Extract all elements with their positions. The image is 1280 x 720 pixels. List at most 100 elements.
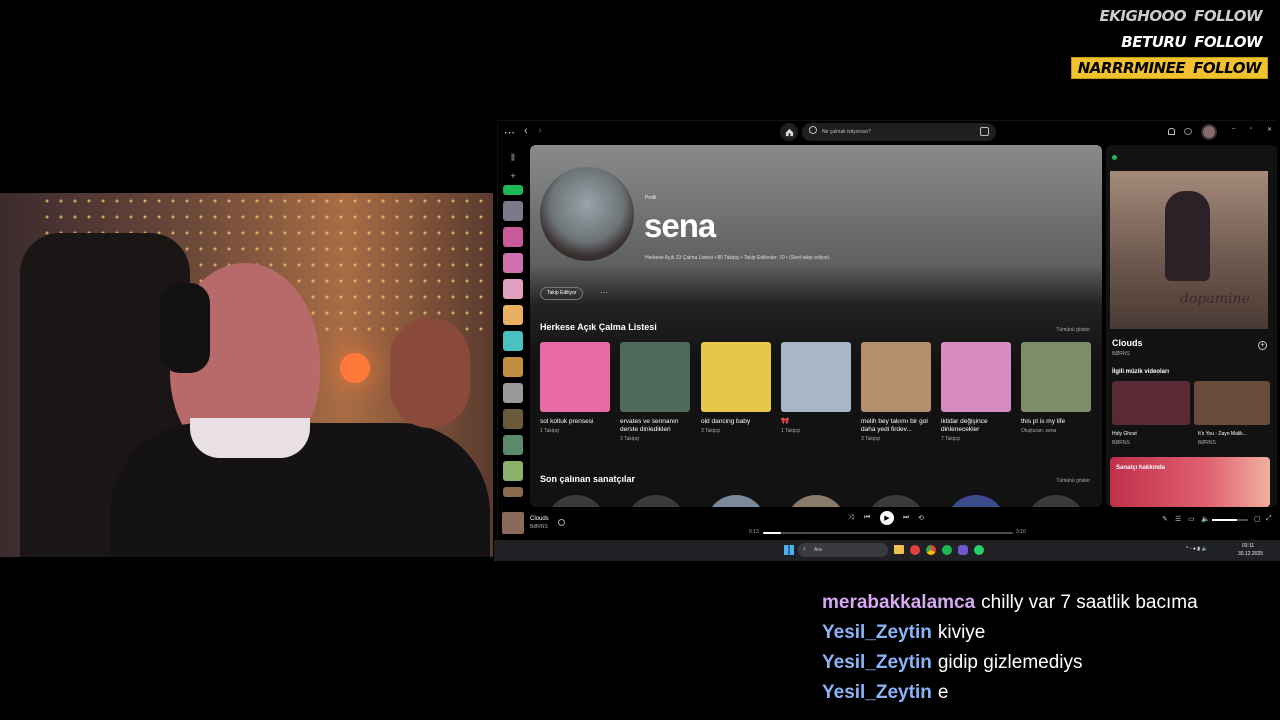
volume-icon[interactable]: 🔈 xyxy=(1201,515,1210,523)
library-item[interactable] xyxy=(503,305,523,325)
search-bar[interactable]: Ne çalmak istiyorsun? xyxy=(802,123,996,141)
artist-avatar[interactable] xyxy=(626,495,686,507)
system-tray-icons[interactable]: ^ ▫ ● ▮ 🔈 xyxy=(1186,546,1208,552)
library-item[interactable] xyxy=(503,279,523,299)
video-thumbnail[interactable] xyxy=(1194,381,1270,425)
browse-icon[interactable] xyxy=(980,127,989,136)
minimize-button[interactable]: – xyxy=(1232,126,1235,132)
following-button[interactable]: Takip Ediliyor xyxy=(540,287,584,300)
library-item[interactable] xyxy=(503,201,523,221)
more-options-icon[interactable]: ··· xyxy=(600,288,608,297)
volume-slider[interactable] xyxy=(1212,519,1248,521)
chat-username: Yesil_Zeytin xyxy=(822,622,932,643)
chat-message: Yesil_Zeytin kiviye xyxy=(822,622,1272,652)
show-all-link[interactable]: Tümünü göster xyxy=(1056,478,1090,484)
video-title[interactable]: It's You - Zayn Malik... xyxy=(1198,431,1247,437)
playlist-cover xyxy=(941,342,1011,412)
miniplayer-icon[interactable]: ▢ xyxy=(1254,515,1261,523)
about-artist-title: Sanatçı hakkında xyxy=(1116,465,1166,471)
library-item[interactable] xyxy=(503,331,523,351)
playlist-card[interactable]: ervates ve sennanın derste dinledikleri … xyxy=(620,342,692,442)
chrome-icon[interactable] xyxy=(926,545,936,555)
library-item[interactable] xyxy=(503,227,523,247)
profile-stats[interactable]: Herkese Açık 23 Çalma Listesi • 85 Takip… xyxy=(645,255,830,261)
device-icon[interactable]: ▭ xyxy=(1188,515,1195,523)
playlist-title: 🎀 xyxy=(781,418,790,425)
clock-time[interactable]: 03:11 xyxy=(1242,543,1254,549)
playlist-title: sol koltuk prensesi xyxy=(540,418,594,425)
whatsapp-icon[interactable] xyxy=(974,545,984,555)
progress-bar[interactable] xyxy=(763,532,1013,534)
queue-icon[interactable]: ☰ xyxy=(1175,515,1181,523)
artist-avatar[interactable] xyxy=(706,495,766,507)
menu-icon[interactable]: ⋯ xyxy=(504,126,515,139)
library-item[interactable] xyxy=(503,487,523,497)
player-track[interactable]: Clouds xyxy=(530,516,549,522)
artist-avatar[interactable] xyxy=(866,495,926,507)
forward-arrow-icon[interactable]: › xyxy=(538,125,542,137)
track-artist[interactable]: BØRNS xyxy=(1112,351,1130,357)
playlist-card[interactable]: melih bey takımı bir gol daha yedi firde… xyxy=(861,342,933,442)
playlist-card[interactable]: 🎀 1 Takipçi xyxy=(781,342,853,434)
playlist-followers: 3 Takipçi xyxy=(620,436,640,442)
library-item[interactable] xyxy=(503,409,523,429)
spotify-taskbar-icon[interactable] xyxy=(942,545,952,555)
library-item[interactable] xyxy=(503,461,523,481)
avatar[interactable] xyxy=(1201,124,1217,140)
video-artist: BØRNS xyxy=(1112,440,1130,446)
player-artist[interactable]: BØRNS xyxy=(530,524,548,530)
previous-icon[interactable]: ⏮ xyxy=(864,514,870,522)
library-item[interactable] xyxy=(503,253,523,273)
library-item[interactable] xyxy=(503,185,523,195)
library-sidebar: ⫼ + xyxy=(500,147,526,507)
back-arrow-icon[interactable]: ‹ xyxy=(524,125,528,137)
artist-avatar[interactable] xyxy=(946,495,1006,507)
about-artist-card[interactable]: Sanatçı hakkında xyxy=(1110,457,1270,507)
playlist-card[interactable]: old dancing baby 3 Takipçi xyxy=(701,342,773,434)
start-icon[interactable] xyxy=(784,545,794,555)
playlist-card[interactable]: sol koltuk prensesi 1 Takipçi xyxy=(540,342,612,434)
library-item[interactable] xyxy=(503,435,523,455)
artist-avatar[interactable] xyxy=(786,495,846,507)
playlist-card[interactable]: this pl is my life Oluşturan: sena xyxy=(1021,342,1093,434)
notifications-icon[interactable] xyxy=(1168,128,1175,135)
library-item[interactable] xyxy=(503,357,523,377)
taskbar-search[interactable]: ⌕ Ara xyxy=(798,543,888,557)
player-album-thumb[interactable] xyxy=(502,512,524,534)
home-button[interactable] xyxy=(780,123,798,141)
friends-icon[interactable] xyxy=(1184,128,1192,135)
related-videos-title: İlgili müzik videoları xyxy=(1112,369,1170,375)
follow-alert: EKIGHOOO FOLLOW xyxy=(1093,6,1268,26)
lyrics-icon[interactable]: ✎ xyxy=(1162,515,1168,523)
fullscreen-icon[interactable]: ⤢ xyxy=(1266,515,1272,523)
file-explorer-icon[interactable] xyxy=(894,545,904,554)
repeat-icon[interactable]: ⟲ xyxy=(918,514,924,522)
app-icon[interactable] xyxy=(910,545,920,555)
artist-avatar[interactable] xyxy=(546,495,606,507)
app-icon[interactable] xyxy=(958,545,968,555)
add-icon[interactable]: + xyxy=(500,171,526,181)
track-title[interactable]: Clouds xyxy=(1112,338,1143,348)
video-artist: BØRNS xyxy=(1198,440,1216,446)
video-thumbnail[interactable] xyxy=(1112,381,1190,425)
playlist-card[interactable]: iktidar değişince dinlenecekler 7 Takipç… xyxy=(941,342,1013,442)
video-title[interactable]: Holy Ghost xyxy=(1112,431,1137,437)
artist-avatar[interactable] xyxy=(1026,495,1086,507)
play-button[interactable]: ▶ xyxy=(880,511,894,525)
shuffle-icon[interactable]: ⤨ xyxy=(848,514,854,522)
spotify-window: ⋯ ‹ › Ne çalmak istiyorsun? – ▫ ✕ ⫼ + Pr… xyxy=(497,120,1278,540)
playlists-title[interactable]: Herkese Açık Çalma Listesi xyxy=(540,322,657,332)
recent-artists-title[interactable]: Son çalınan sanatçılar xyxy=(540,474,635,484)
add-to-library-icon[interactable]: + xyxy=(1258,341,1267,350)
add-to-library-icon[interactable] xyxy=(558,519,565,526)
search-icon: ⌕ xyxy=(803,546,806,552)
profile-main: Profil sena Herkese Açık 23 Çalma Listes… xyxy=(530,145,1102,507)
close-button[interactable]: ✕ xyxy=(1267,126,1272,133)
alert-username: EKIGHOOO xyxy=(1099,7,1187,25)
show-all-link[interactable]: Tümünü göster xyxy=(1056,327,1090,333)
next-icon[interactable]: ⏭ xyxy=(903,514,909,522)
library-icon[interactable]: ⫼ xyxy=(500,153,526,163)
maximize-button[interactable]: ▫ xyxy=(1250,126,1252,132)
library-item[interactable] xyxy=(503,383,523,403)
clock-date[interactable]: 30.12.2025 xyxy=(1238,551,1263,557)
